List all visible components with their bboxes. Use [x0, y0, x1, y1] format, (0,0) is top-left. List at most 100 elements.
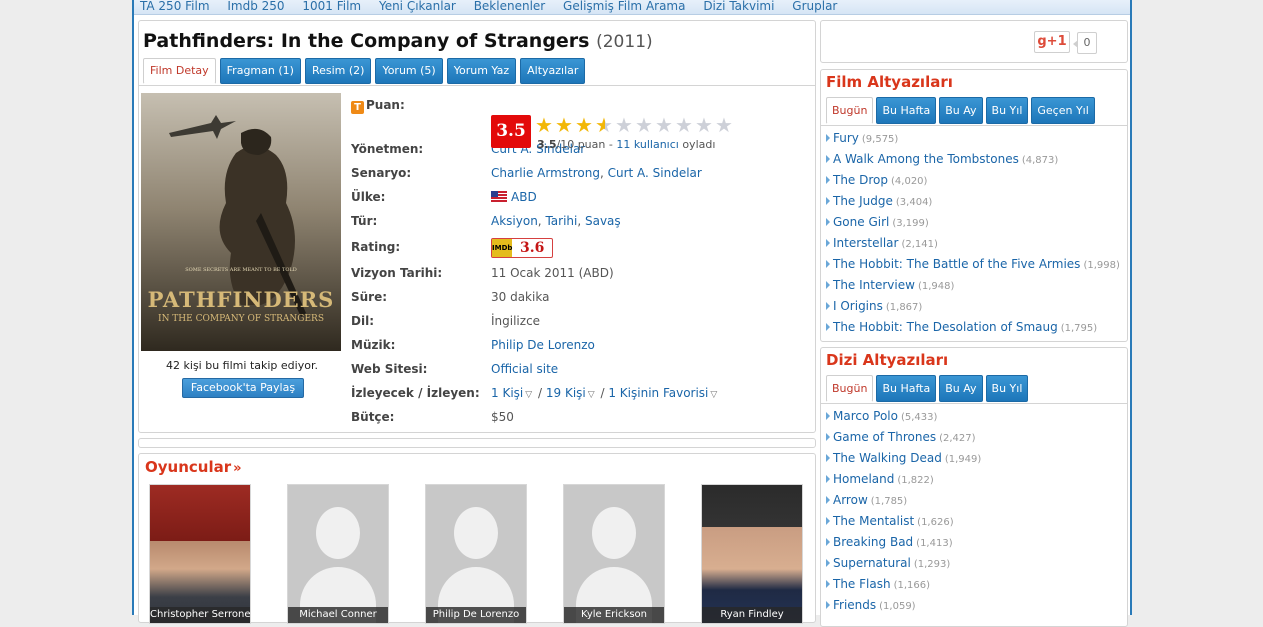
tab-today[interactable]: Bugün: [826, 97, 874, 124]
subtitle-link[interactable]: The Interview: [833, 278, 915, 292]
nav-link-advanced-search[interactable]: Gelişmiş Film Arama: [563, 0, 685, 12]
tab-write-comment[interactable]: Yorum Yaz: [446, 58, 517, 84]
series-subtitles-list: Marco Polo (5,433) Game of Thrones (2,427) T…: [826, 406, 981, 616]
subtitle-link[interactable]: Friends: [833, 598, 876, 612]
website-link[interactable]: Official site: [491, 362, 558, 376]
nav-link-upcoming[interactable]: Beklenenler: [474, 0, 546, 12]
star-icon[interactable]: ★: [695, 115, 715, 135]
tab-trailer[interactable]: Fragman (1): [219, 58, 301, 84]
tab-film-detail[interactable]: Film Detay: [143, 58, 216, 84]
subtitle-link[interactable]: I Origins: [833, 299, 883, 313]
writer-link[interactable]: Charlie Armstrong: [491, 166, 600, 180]
film-poster[interactable]: SOME SECRETS ARE MEANT TO BE TOLD PATHFI…: [141, 93, 341, 351]
actor-card[interactable]: Christopher Serrone: [149, 484, 251, 624]
tab-this-month[interactable]: Bu Ay: [939, 97, 983, 124]
tab-last-year[interactable]: Geçen Yıl: [1031, 97, 1095, 124]
film-subtitles-tabs: Bugün Bu Hafta Bu Ay Bu Yıl Geçen Yıl: [826, 97, 1095, 124]
row-rating: Rating: IMDb 3.6: [351, 235, 811, 259]
actor-card[interactable]: Ryan Findley: [701, 484, 803, 624]
subtitle-link[interactable]: Breaking Bad: [833, 535, 913, 549]
tab-this-week[interactable]: Bu Hafta: [876, 97, 937, 124]
list-item: Marco Polo (5,433): [826, 406, 981, 427]
star-icon[interactable]: ★: [635, 115, 655, 135]
subtitle-link[interactable]: The Judge: [833, 194, 893, 208]
country-link[interactable]: ABD: [511, 190, 537, 204]
actor-photo: [150, 485, 250, 623]
nav-link-series-calendar[interactable]: Dizi Takvimi: [703, 0, 774, 12]
row-music: Müzik: Philip De Lorenzo: [351, 335, 811, 355]
release-label: Vizyon Tarihi:: [351, 266, 443, 280]
actor-name: Ryan Findley: [702, 607, 802, 623]
music-label: Müzik:: [351, 338, 396, 352]
subtitle-link[interactable]: Supernatural: [833, 556, 911, 570]
subtitle-link[interactable]: Fury: [833, 131, 859, 145]
nav-link-groups[interactable]: Gruplar: [792, 0, 837, 12]
actor-card[interactable]: Philip De Lorenzo: [425, 484, 527, 624]
download-count: (1,795): [1060, 323, 1098, 334]
google-plus-button[interactable]: g+1: [1034, 31, 1070, 53]
film-title: Pathfinders: In the Company of Strangers…: [143, 30, 653, 52]
chevron-down-icon[interactable]: ▽: [710, 390, 717, 400]
rating-users-link[interactable]: 11 kullanıcı: [616, 138, 678, 151]
rating-summary: 3.5/10 puan - 11 kullanıcı oyladı: [537, 138, 715, 151]
favorite-link[interactable]: 1 Kişinin Favorisi: [608, 386, 708, 400]
follow-count-text: 42 kişi bu filmi takip ediyor.: [166, 359, 318, 372]
imdb-rating-badge[interactable]: IMDb 3.6: [491, 237, 554, 258]
subtitle-link[interactable]: Interstellar: [833, 236, 898, 250]
genre-link[interactable]: Savaş: [585, 214, 621, 228]
subtitle-link[interactable]: The Mentalist: [833, 514, 914, 528]
star-icon[interactable]: ★: [555, 115, 575, 135]
list-item: The Walking Dead (1,949): [826, 448, 981, 469]
tab-subtitles[interactable]: Altyazılar: [520, 58, 586, 84]
nav-link-ta250[interactable]: TA 250 Film: [140, 0, 210, 12]
subtitle-link[interactable]: Gone Girl: [833, 215, 889, 229]
subtitle-link[interactable]: The Flash: [833, 577, 891, 591]
subtitle-link[interactable]: Marco Polo: [833, 409, 898, 423]
nav-link-new-releases[interactable]: Yeni Çıkanlar: [379, 0, 456, 12]
film-year: (2011): [596, 32, 653, 52]
subtitle-link[interactable]: The Walking Dead: [833, 451, 942, 465]
bullet-arrow-icon: [826, 302, 830, 310]
will-watch-link[interactable]: 1 Kişi: [491, 386, 523, 400]
chevron-down-icon[interactable]: ▽: [525, 390, 532, 400]
tab-images[interactable]: Resim (2): [304, 58, 372, 84]
genre-link[interactable]: Aksiyon: [491, 214, 538, 228]
star-icon[interactable]: ★: [675, 115, 695, 135]
film-tabs: Film Detay Fragman (1) Resim (2) Yorum (…: [143, 58, 586, 84]
rating-scale-text: /10 puan -: [556, 138, 617, 151]
subtitle-link[interactable]: Game of Thrones: [833, 430, 936, 444]
star-rating[interactable]: ★ ★ ★ ★ ★ ★ ★ ★ ★ ★: [535, 115, 735, 135]
star-icon[interactable]: ★: [655, 115, 675, 135]
subtitle-link[interactable]: The Hobbit: The Battle of the Five Armie…: [833, 257, 1080, 271]
subtitle-link[interactable]: Homeland: [833, 472, 894, 486]
tab-this-year[interactable]: Bu Yıl: [985, 97, 1029, 124]
actor-card[interactable]: Kyle Erickson: [563, 484, 665, 624]
facebook-share-button[interactable]: Facebook'ta Paylaş: [182, 378, 304, 398]
subtitle-link[interactable]: Arrow: [833, 493, 868, 507]
tab-this-month[interactable]: Bu Ay: [939, 375, 983, 402]
imdb-logo-icon: IMDb: [492, 238, 512, 257]
chevron-down-icon[interactable]: ▽: [588, 390, 595, 400]
tab-this-year[interactable]: Bu Yıl: [985, 375, 1029, 402]
star-icon[interactable]: ★: [575, 115, 595, 135]
subtitle-link[interactable]: A Walk Among the Tombstones: [833, 152, 1019, 166]
nav-link-1001-film[interactable]: 1001 Film: [302, 0, 361, 12]
row-genre: Tür: Aksiyon, Tarihi, Savaş: [351, 211, 811, 231]
tab-comments[interactable]: Yorum (5): [375, 58, 443, 84]
subtitle-link[interactable]: The Hobbit: The Desolation of Smaug: [833, 320, 1058, 334]
star-icon[interactable]: ★: [595, 115, 615, 135]
genre-link[interactable]: Tarihi: [545, 214, 577, 228]
tab-today[interactable]: Bugün: [826, 375, 874, 402]
tab-this-week[interactable]: Bu Hafta: [876, 375, 937, 402]
actor-card[interactable]: Michael Conner: [287, 484, 389, 624]
empty-panel: [138, 438, 816, 448]
music-link[interactable]: Philip De Lorenzo: [491, 338, 595, 352]
star-icon[interactable]: ★: [535, 115, 555, 135]
puan-label: Puan:: [366, 98, 405, 112]
subtitle-link[interactable]: The Drop: [833, 173, 888, 187]
star-icon[interactable]: ★: [615, 115, 635, 135]
nav-link-imdb250[interactable]: Imdb 250: [227, 0, 284, 12]
watched-link[interactable]: 19 Kişi: [546, 386, 586, 400]
writer-link[interactable]: Curt A. Sindelar: [608, 166, 702, 180]
star-icon[interactable]: ★: [715, 115, 735, 135]
